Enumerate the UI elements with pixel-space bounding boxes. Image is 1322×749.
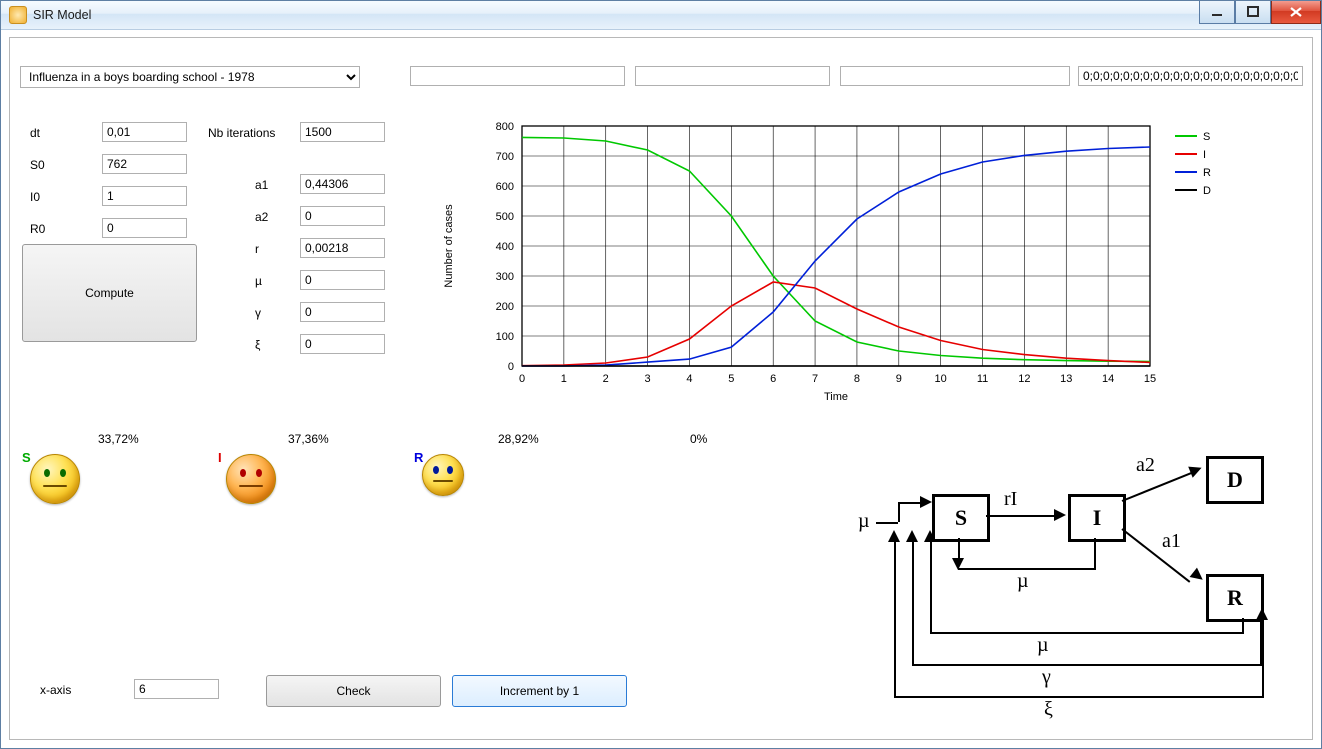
i-percent: 37,36% [288, 432, 329, 446]
svg-text:300: 300 [496, 271, 514, 283]
top-field-4[interactable] [1078, 66, 1303, 86]
svg-text:12: 12 [1018, 373, 1030, 385]
top-field-3[interactable] [840, 66, 1070, 86]
svg-text:9: 9 [896, 373, 902, 385]
svg-text:200: 200 [496, 301, 514, 313]
xi-label: ξ [255, 338, 260, 352]
svg-text:I: I [1203, 149, 1206, 161]
r-percent: 28,92% [498, 432, 539, 446]
i0-input[interactable] [102, 186, 187, 206]
s-face-icon: S [30, 454, 80, 504]
svg-text:13: 13 [1060, 373, 1072, 385]
xi-input[interactable] [300, 334, 385, 354]
svg-text:800: 800 [496, 121, 514, 133]
nbiter-label: Nb iterations [208, 126, 275, 140]
svg-text:0: 0 [519, 373, 525, 385]
window-buttons [1199, 1, 1321, 23]
svg-text:6: 6 [770, 373, 776, 385]
r-face-icon: R [422, 454, 464, 496]
a2-input[interactable] [300, 206, 385, 226]
sir-chart: 0123456789101112131415010020030040050060… [430, 116, 1260, 416]
scenario-select[interactable]: Influenza in a boys boarding school - 19… [20, 66, 360, 88]
window-title: SIR Model [33, 8, 91, 22]
svg-text:Number of cases: Number of cases [443, 204, 455, 288]
svg-text:700: 700 [496, 151, 514, 163]
top-field-1[interactable] [410, 66, 625, 86]
svg-text:S: S [1203, 131, 1210, 143]
close-button[interactable] [1271, 1, 1321, 24]
s0-label: S0 [30, 158, 45, 172]
svg-text:11: 11 [977, 373, 988, 385]
r0-input[interactable] [102, 218, 187, 238]
s-percent: 33,72% [98, 432, 139, 446]
titlebar: SIR Model [1, 1, 1321, 30]
svg-text:4: 4 [686, 373, 692, 385]
dt-input[interactable] [102, 122, 187, 142]
check-button[interactable]: Check [266, 675, 441, 707]
minimize-button[interactable] [1199, 1, 1235, 24]
i0-label: I0 [30, 190, 40, 204]
nbiter-input[interactable] [300, 122, 385, 142]
diagram-node-d: D [1206, 456, 1264, 504]
svg-text:D: D [1203, 185, 1211, 197]
svg-text:0: 0 [508, 361, 514, 373]
increment-button[interactable]: Increment by 1 [452, 675, 627, 707]
svg-text:2: 2 [603, 373, 609, 385]
svg-text:14: 14 [1102, 373, 1114, 385]
top-field-2[interactable] [635, 66, 830, 86]
svg-text:8: 8 [854, 373, 860, 385]
sir-diagram: µ S rI I a2 D a1 R [842, 450, 1304, 718]
svg-text:5: 5 [728, 373, 734, 385]
maximize-button[interactable] [1235, 1, 1271, 24]
compute-button[interactable]: Compute [22, 244, 197, 342]
svg-text:10: 10 [935, 373, 947, 385]
svg-text:7: 7 [812, 373, 818, 385]
a1-label: a1 [255, 178, 268, 192]
client-area: Influenza in a boys boarding school - 19… [9, 37, 1313, 740]
app-icon [9, 6, 27, 24]
app-window: SIR Model Influenza in a boys boarding s… [0, 0, 1322, 749]
i-face-icon: I [226, 454, 276, 504]
svg-text:500: 500 [496, 211, 514, 223]
svg-text:Time: Time [824, 391, 848, 403]
r-label: r [255, 242, 259, 256]
svg-text:R: R [1203, 167, 1211, 179]
svg-text:100: 100 [496, 331, 514, 343]
diagram-node-s: S [932, 494, 990, 542]
a1-input[interactable] [300, 174, 385, 194]
d-percent: 0% [690, 432, 707, 446]
dt-label: dt [30, 126, 40, 140]
svg-text:600: 600 [496, 181, 514, 193]
xaxis-label: x-axis [40, 683, 71, 697]
s0-input[interactable] [102, 154, 187, 174]
xaxis-input[interactable] [134, 679, 219, 699]
diagram-node-i: I [1068, 494, 1126, 542]
gamma-label: γ [255, 306, 261, 320]
r0-label: R0 [30, 222, 45, 236]
a2-label: a2 [255, 210, 268, 224]
gamma-input[interactable] [300, 302, 385, 322]
mu-label: µ [255, 274, 262, 288]
svg-text:400: 400 [496, 241, 514, 253]
svg-text:3: 3 [645, 373, 651, 385]
mu-input[interactable] [300, 270, 385, 290]
svg-text:15: 15 [1144, 373, 1156, 385]
svg-text:1: 1 [561, 373, 567, 385]
r-input[interactable] [300, 238, 385, 258]
